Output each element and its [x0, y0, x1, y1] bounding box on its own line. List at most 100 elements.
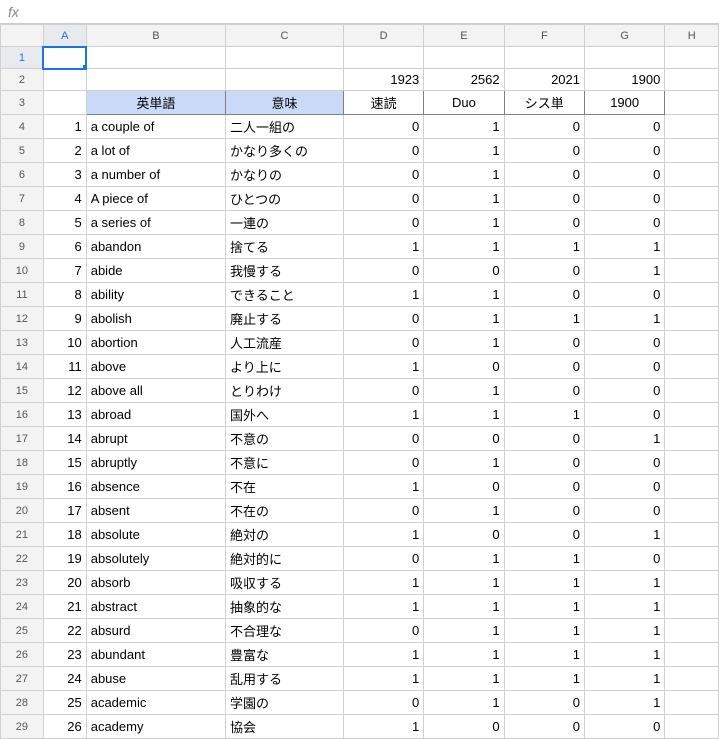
cell-H26[interactable]: [665, 643, 719, 667]
cell-B10[interactable]: abide: [86, 259, 225, 283]
row-header-21[interactable]: 21: [1, 523, 44, 547]
cell-B13[interactable]: abortion: [86, 331, 225, 355]
cell-D20[interactable]: 0: [343, 499, 423, 523]
cell-C9[interactable]: 捨てる: [226, 235, 344, 259]
cell-H16[interactable]: [665, 403, 719, 427]
row-header-16[interactable]: 16: [1, 403, 44, 427]
row-header-8[interactable]: 8: [1, 211, 44, 235]
cell-B23[interactable]: absorb: [86, 571, 225, 595]
cell-D10[interactable]: 0: [343, 259, 423, 283]
cell-E8[interactable]: 1: [424, 211, 504, 235]
cell-F3-header[interactable]: シス単: [504, 91, 584, 115]
cell-G15[interactable]: 0: [584, 379, 664, 403]
row-header-13[interactable]: 13: [1, 331, 44, 355]
cell-A2[interactable]: [43, 69, 86, 91]
cell-F29[interactable]: 0: [504, 715, 584, 739]
cell-F26[interactable]: 1: [504, 643, 584, 667]
cell-A6[interactable]: 3: [43, 163, 86, 187]
cell-H5[interactable]: [665, 139, 719, 163]
cell-B21[interactable]: absolute: [86, 523, 225, 547]
cell-E20[interactable]: 1: [424, 499, 504, 523]
cell-D9[interactable]: 1: [343, 235, 423, 259]
row-header-10[interactable]: 10: [1, 259, 44, 283]
cell-E12[interactable]: 1: [424, 307, 504, 331]
cell-D19[interactable]: 1: [343, 475, 423, 499]
cell-G19[interactable]: 0: [584, 475, 664, 499]
cell-F10[interactable]: 0: [504, 259, 584, 283]
cell-E2[interactable]: 2562: [424, 69, 504, 91]
row-header-22[interactable]: 22: [1, 547, 44, 571]
cell-B26[interactable]: abundant: [86, 643, 225, 667]
cell-H19[interactable]: [665, 475, 719, 499]
cell-B11[interactable]: ability: [86, 283, 225, 307]
cell-F9[interactable]: 1: [504, 235, 584, 259]
cell-C25[interactable]: 不合理な: [226, 619, 344, 643]
cell-G14[interactable]: 0: [584, 355, 664, 379]
cell-F22[interactable]: 1: [504, 547, 584, 571]
cell-C17[interactable]: 不意の: [226, 427, 344, 451]
cell-H15[interactable]: [665, 379, 719, 403]
cell-H3[interactable]: [665, 91, 719, 115]
cell-C5[interactable]: かなり多くの: [226, 139, 344, 163]
cell-G11[interactable]: 0: [584, 283, 664, 307]
cell-D27[interactable]: 1: [343, 667, 423, 691]
cell-C2[interactable]: [226, 69, 344, 91]
row-header-27[interactable]: 27: [1, 667, 44, 691]
row-header-6[interactable]: 6: [1, 163, 44, 187]
cell-H8[interactable]: [665, 211, 719, 235]
cell-B14[interactable]: above: [86, 355, 225, 379]
row-header-17[interactable]: 17: [1, 427, 44, 451]
cell-C15[interactable]: とりわけ: [226, 379, 344, 403]
formula-input[interactable]: [32, 0, 719, 23]
cell-G21[interactable]: 1: [584, 523, 664, 547]
cell-C20[interactable]: 不在の: [226, 499, 344, 523]
cell-A26[interactable]: 23: [43, 643, 86, 667]
cell-C14[interactable]: より上に: [226, 355, 344, 379]
cell-C11[interactable]: できること: [226, 283, 344, 307]
row-header-15[interactable]: 15: [1, 379, 44, 403]
cell-H2[interactable]: [665, 69, 719, 91]
cell-H21[interactable]: [665, 523, 719, 547]
cell-F13[interactable]: 0: [504, 331, 584, 355]
row-header-24[interactable]: 24: [1, 595, 44, 619]
cell-E7[interactable]: 1: [424, 187, 504, 211]
cell-A25[interactable]: 22: [43, 619, 86, 643]
cell-F27[interactable]: 1: [504, 667, 584, 691]
cell-E4[interactable]: 1: [424, 115, 504, 139]
cell-H25[interactable]: [665, 619, 719, 643]
cell-B8[interactable]: a series of: [86, 211, 225, 235]
cell-C19[interactable]: 不在: [226, 475, 344, 499]
cell-G25[interactable]: 1: [584, 619, 664, 643]
cell-A7[interactable]: 4: [43, 187, 86, 211]
row-header-19[interactable]: 19: [1, 475, 44, 499]
cell-B7[interactable]: A piece of: [86, 187, 225, 211]
cell-D11[interactable]: 1: [343, 283, 423, 307]
cell-E9[interactable]: 1: [424, 235, 504, 259]
cell-F15[interactable]: 0: [504, 379, 584, 403]
cell-C7[interactable]: ひとつの: [226, 187, 344, 211]
row-header-25[interactable]: 25: [1, 619, 44, 643]
cell-F21[interactable]: 0: [504, 523, 584, 547]
cell-A17[interactable]: 14: [43, 427, 86, 451]
cell-B5[interactable]: a lot of: [86, 139, 225, 163]
cell-A11[interactable]: 8: [43, 283, 86, 307]
cell-D29[interactable]: 1: [343, 715, 423, 739]
cell-A4[interactable]: 1: [43, 115, 86, 139]
cell-C29[interactable]: 協会: [226, 715, 344, 739]
row-header-5[interactable]: 5: [1, 139, 44, 163]
cell-E27[interactable]: 1: [424, 667, 504, 691]
cell-H6[interactable]: [665, 163, 719, 187]
cell-A21[interactable]: 18: [43, 523, 86, 547]
cell-F4[interactable]: 0: [504, 115, 584, 139]
cell-D26[interactable]: 1: [343, 643, 423, 667]
cell-C8[interactable]: 一連の: [226, 211, 344, 235]
cell-G28[interactable]: 1: [584, 691, 664, 715]
cell-H4[interactable]: [665, 115, 719, 139]
cell-B19[interactable]: absence: [86, 475, 225, 499]
cell-B28[interactable]: academic: [86, 691, 225, 715]
cell-D6[interactable]: 0: [343, 163, 423, 187]
row-header-14[interactable]: 14: [1, 355, 44, 379]
row-header-12[interactable]: 12: [1, 307, 44, 331]
cell-A19[interactable]: 16: [43, 475, 86, 499]
cell-F20[interactable]: 0: [504, 499, 584, 523]
